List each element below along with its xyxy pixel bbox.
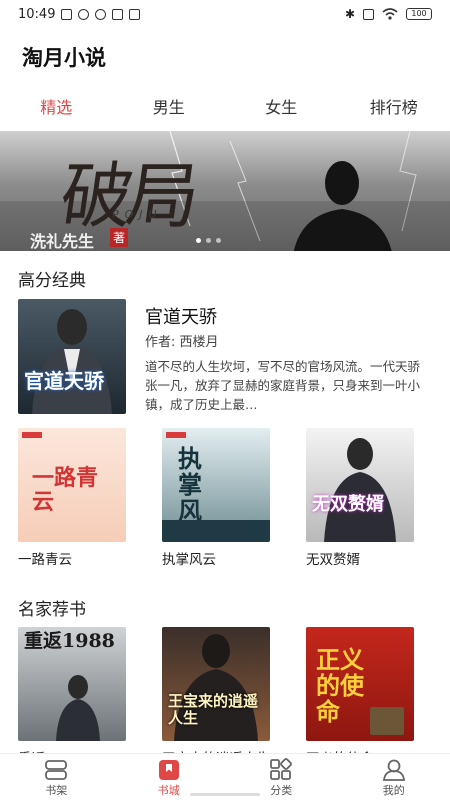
book-card[interactable]: 王宝来的逍遥人生 王宝来的逍遥人生 <box>162 627 270 767</box>
featured-book-title[interactable]: 官道天骄 <box>145 303 217 329</box>
book-cover-figure <box>56 675 100 741</box>
book-title: 无双赘婿 <box>306 552 360 568</box>
wifi-icon <box>382 8 398 20</box>
nav-label: 我的 <box>382 784 405 797</box>
cover-stamp-decoration <box>370 707 404 735</box>
featured-cover-text: 官道天骄 <box>24 369 104 393</box>
vibrate-icon <box>363 8 374 20</box>
book-icon <box>129 8 141 20</box>
banner-subtitle: POJU <box>112 208 163 221</box>
category-tabs: 精选 男生 女生 排行榜 <box>0 94 450 124</box>
cover-wave-decoration <box>162 520 270 542</box>
app-icon <box>112 8 124 20</box>
section-title-high-score: 高分经典 <box>18 271 86 291</box>
tab-ranking[interactable]: 排行榜 <box>338 94 450 124</box>
book-cover[interactable]: 重返1988 <box>18 627 126 741</box>
banner-title: 破局 <box>55 154 200 238</box>
book-cover-text: 王宝来的逍遥人生 <box>168 692 259 727</box>
book-cover[interactable]: 无双赘婿 <box>306 428 414 542</box>
banner-silhouette-image <box>293 161 392 251</box>
book-cover[interactable]: 王宝来的逍遥人生 <box>162 627 270 741</box>
book-title: 执掌风云 <box>162 552 216 568</box>
battery-icon: 100 <box>406 8 432 20</box>
tiktok-icon <box>95 8 107 20</box>
publisher-badge <box>166 432 186 438</box>
category-icon <box>270 758 293 780</box>
tab-male[interactable]: 男生 <box>113 94 226 124</box>
status-time: 10:49 <box>18 6 56 22</box>
book-cover-text: 一路青云 <box>32 465 99 515</box>
featured-book-description: 道不尽的人生坎坷，写不尽的官场风流。一代天骄张一凡，放弃了显赫的家庭背景，只身来… <box>145 359 421 412</box>
book-cover-figure <box>324 438 396 542</box>
nav-bookshelf[interactable]: 书架 <box>0 754 113 800</box>
book-title: 一路青云 <box>18 552 72 568</box>
book-cover-text: 正义的使命 <box>316 645 364 726</box>
featured-book-author: 作者: 西楼月 <box>145 335 219 350</box>
book-cover[interactable]: 执掌风云 <box>162 428 270 542</box>
featured-book-cover[interactable]: 官道天骄 <box>18 299 126 414</box>
featured-cover-figure <box>32 309 112 414</box>
promo-banner[interactable]: 破局 POJU 洗礼先生 著 <box>0 131 450 251</box>
profile-icon <box>382 759 405 781</box>
home-indicator <box>190 793 260 796</box>
cloud-icon <box>78 8 90 20</box>
bookstore-icon <box>158 760 179 780</box>
book-card[interactable]: 执掌风云 执掌风云 <box>162 428 270 568</box>
nav-label: 书城 <box>157 784 180 797</box>
banner-indicator <box>196 238 221 243</box>
book-card[interactable]: 重返1988 重返1988 <box>18 627 126 767</box>
tab-featured[interactable]: 精选 <box>0 94 113 124</box>
book-cover[interactable]: 正义的使命 <box>306 627 414 741</box>
book-cover[interactable]: 一路青云 <box>18 428 126 542</box>
nav-label: 分类 <box>270 784 293 797</box>
book-cover-text: 无双赘婿 <box>312 494 384 515</box>
book-card[interactable]: 正义的使命 正义的使命 <box>306 627 414 767</box>
banner-author: 洗礼先生 <box>30 232 95 251</box>
section-title-recommend: 名家荐书 <box>18 600 86 620</box>
bookshelf-icon <box>45 760 68 780</box>
book-card[interactable]: 一路青云 一路青云 <box>18 428 126 568</box>
banner-author-suffix: 著 <box>110 228 129 247</box>
nav-profile[interactable]: 我的 <box>338 754 450 800</box>
tab-female[interactable]: 女生 <box>225 94 338 124</box>
publisher-badge <box>22 432 42 438</box>
bluetooth-icon: ✱ <box>344 7 355 21</box>
notification-icon <box>61 8 73 20</box>
book-card[interactable]: 无双赘婿 无双赘婿 <box>306 428 414 568</box>
app-title: 淘月小说 <box>22 46 106 70</box>
status-bar: 10:49 ✱ 100 <box>0 0 450 28</box>
nav-label: 书架 <box>45 784 68 797</box>
